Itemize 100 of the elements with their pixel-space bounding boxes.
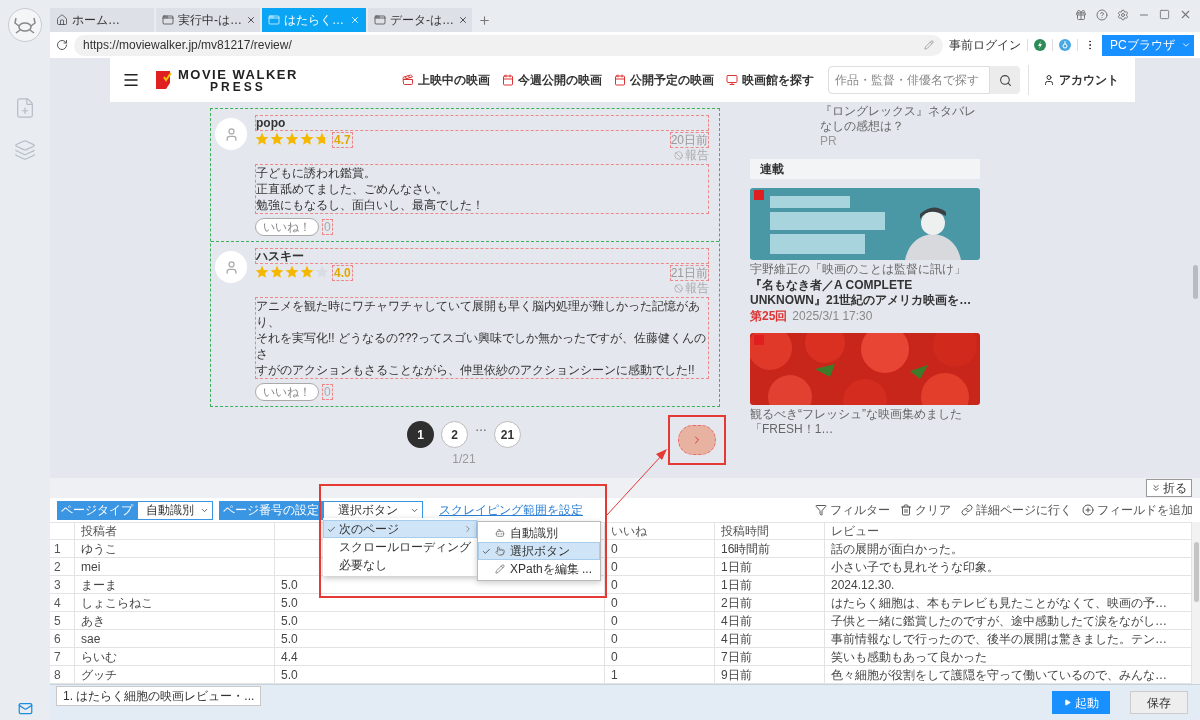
rating-value: 4.0 [332,265,353,281]
table-cell-text: mei [81,558,101,576]
table-cell-text: ゆうこ [81,540,117,558]
review-text: アニメを観た時にワチャワチャしていて展開も早く脳内処理が難しかった記憶があり、 [256,298,701,330]
toolbar-action[interactable]: クリア [900,501,951,519]
browser-tab[interactable]: ホーム… [50,8,154,32]
table-cell-text: しょこらねこ [81,594,153,612]
review-time: 21日前 [669,265,709,281]
menu-item[interactable]: スクロールローディング [323,538,477,556]
browser-tab[interactable]: 実行中-は… [156,8,260,32]
table-cell-text: 笑いも感動もあって良かった [831,648,987,666]
save-button[interactable]: 保存 [1130,691,1188,714]
url-text: https://moviewalker.jp/mv81217/review/ [83,37,293,54]
table-cell-text: 0 [611,648,618,666]
promo-tag: PR [750,134,980,149]
table-cell-text: 小さい子でも見れそうな印象。 [831,558,999,576]
table-cell-text: らいむ [81,648,117,666]
table-cell-text: 1日前 [721,576,752,594]
logo-subtitle[interactable]: PRESS [210,80,266,93]
table-cell-text: 0 [611,612,618,630]
table-cell-text: まーま [81,576,117,594]
table-cell-text: 9日前 [721,666,752,684]
menu-item[interactable]: 必要なし [323,556,477,574]
table-cell-text: 色々細胞が役割をして護隠を守って働いているので、みんな… [831,666,1167,684]
page-button[interactable]: 2 [441,421,468,448]
like-count: 0 [322,384,333,400]
column-header[interactable]: いいね [611,522,647,540]
column-header[interactable]: 投稿者 [81,522,117,540]
table-cell-text: 4日前 [721,612,752,630]
table-cell-text: 0 [611,576,618,594]
page-summary: 1/21 [452,451,476,468]
site-search-field[interactable]: 作品・監督・俳優名で探す [828,66,990,94]
article-caption: 観るべき“フレッシュ”な映画集めました「FRESH！1… [750,407,963,437]
row-number: 8 [54,666,61,684]
table-cell-text: 4日前 [721,630,752,648]
tab-label: ホーム… [72,12,121,29]
page-type-label: ページタイプ [57,500,137,520]
scraping-range-link[interactable]: スクレイピング範囲を設定 [439,501,583,519]
nav-link[interactable]: 上映中の映画 [402,71,490,89]
promo-text[interactable]: 『ロングレックス』ネタバレなしの感想は？ [750,102,980,134]
account-link[interactable]: アカウント [1043,71,1119,89]
table-cell-text: 16時間前 [721,540,771,558]
url-field[interactable]: https://moviewalker.jp/mv81217/review/ [74,34,943,56]
menu-item[interactable]: 自動識別 [478,524,600,542]
page-button[interactable]: 1 [407,421,434,448]
table-cell-text: 1 [611,666,618,684]
toolbar-action[interactable]: フィルター [815,501,890,519]
table-cell-text: 1日前 [721,558,752,576]
menu-item[interactable]: XPathを編集 ... [478,560,600,578]
nav-link[interactable]: 映画館を探す [726,71,814,89]
table-cell-text: あき [81,612,105,630]
tab-label: データ-は… [390,12,454,29]
nav-link[interactable]: 公開予定の映画 [614,71,714,89]
review-text: 子どもに誘われ鑑賞。 [256,165,377,181]
row-number: 3 [54,576,61,594]
row-number: 5 [54,612,61,630]
menu-item[interactable]: 選択ボタン [478,542,600,560]
article-caption: 宇野維正の「映画のことは監督に訊け」 [750,262,967,277]
reviewer-name: popo [255,115,709,131]
row-number: 4 [54,594,61,612]
table-cell-text: 7日前 [721,648,752,666]
table-cell-text: 0 [611,540,618,558]
toolbar-action[interactable]: 詳細ページに行く [961,501,1072,519]
nav-link[interactable]: 今週公開の映画 [502,71,602,89]
table-cell-text: 0 [611,630,618,648]
like-button[interactable]: いいね！ [255,383,319,401]
table-cell-text: 4.4 [281,648,298,666]
reviewer-name: ハスキー [255,248,709,264]
review-text: それを実写化!! どうなるの???ってスゴい興味でしか無かったですが、佐藤健くんのさ [256,330,708,362]
tab-label: はたらく… [284,12,345,29]
column-header[interactable]: 投稿時間 [721,522,769,540]
task-tab[interactable]: 1. はたらく細胞の映画レビュー・... [56,686,262,706]
table-cell-text: グッチ [81,666,117,684]
table-cell-text: 5.0 [281,666,298,684]
collapse-button[interactable]: 折る [1146,479,1192,497]
page-button[interactable]: 21 [494,421,521,448]
table-cell-text: 0 [611,594,618,612]
row-number: 2 [54,558,61,576]
pre-login-link[interactable]: 事前ログイン [949,36,1021,54]
table-cell-text: 事前情報なしで行ったので、後半の展開は驚きました。テン… [831,630,1167,648]
table-cell-text: sae [81,630,101,648]
menu-item[interactable]: 次のページ [323,520,477,538]
page-type-select[interactable]: 自動識別 [137,500,213,520]
tab-label: 実行中-は… [178,12,242,29]
row-number: 7 [54,648,61,666]
table-cell-text: 5.0 [281,630,298,648]
section-header: 連載 [750,159,980,179]
toolbar-action[interactable]: フィールドを追加 [1082,501,1193,519]
table-cell-text: 話の展開が面白かった。 [831,540,963,558]
column-header[interactable]: レビュー [831,522,879,540]
table-cell-text: 2024.12.30. [831,576,895,594]
rating-value: 4.7 [332,132,353,148]
article-title[interactable]: 『名もなき者／A COMPLETE UNKNOWN』21世紀のアメリカ映画を… [750,278,980,308]
browser-tab[interactable]: データ-は… [368,8,472,32]
table-cell-text: 2日前 [721,594,752,612]
logo-title[interactable]: MOVIE WALKER [178,67,298,81]
table-cell-text: 5.0 [281,576,298,594]
review-text: 勉強にもなるし、面白いし、最高でした！ [256,197,485,213]
episode-label: 第25回 [750,309,788,324]
like-button[interactable]: いいね！ [255,218,319,236]
